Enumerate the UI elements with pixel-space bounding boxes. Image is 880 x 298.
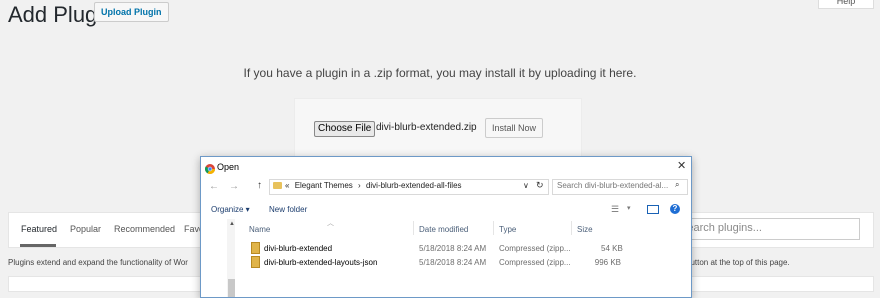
column-separator[interactable]: [571, 221, 572, 235]
file-name[interactable]: divi-blurb-extended-layouts-json: [264, 258, 377, 267]
plugins-description: Plugins extend and expand the functional…: [8, 258, 188, 267]
column-date-modified[interactable]: Date modified: [419, 225, 468, 234]
dialog-title: Open: [217, 162, 240, 172]
plugins-description-end: button at the top of this page.: [686, 258, 790, 267]
column-type[interactable]: Type: [499, 225, 516, 234]
sort-indicator-icon: ︿: [327, 220, 334, 227]
folder-search-placeholder: Search divi-blurb-extended-al...: [557, 181, 669, 190]
filter-popular[interactable]: Popular: [70, 224, 101, 234]
column-separator[interactable]: [493, 221, 494, 235]
path-overflow[interactable]: «: [285, 181, 289, 190]
open-file-dialog: Open ✕ ← → ↑ « Elegant Themes › divi-blu…: [200, 156, 692, 298]
forward-arrow-icon[interactable]: →: [229, 181, 239, 192]
zip-file-icon: [251, 242, 260, 254]
active-filter-indicator: [20, 244, 56, 247]
filter-recommended[interactable]: Recommended: [114, 224, 175, 234]
preview-pane-icon[interactable]: [647, 205, 659, 214]
upload-plugin-button[interactable]: Upload Plugin: [94, 2, 169, 22]
file-type: Compressed (zipp...: [499, 258, 571, 267]
back-arrow-icon[interactable]: ←: [209, 181, 219, 192]
view-caret-icon[interactable]: ▾: [627, 204, 631, 212]
selected-file-name: divi-blurb-extended.zip: [376, 122, 477, 133]
filter-featured[interactable]: Featured: [21, 224, 57, 234]
address-path: « Elegant Themes › divi-blurb-extended-a…: [285, 181, 462, 190]
scroll-up-icon[interactable]: ▲: [229, 221, 235, 227]
column-size[interactable]: Size: [577, 225, 593, 234]
help-tab[interactable]: Help: [818, 0, 874, 9]
folder-icon: [273, 182, 282, 189]
up-arrow-icon[interactable]: ↑: [257, 180, 262, 191]
column-name[interactable]: Name: [249, 225, 270, 234]
file-size: 996 KB: [594, 258, 621, 267]
breadcrumb-separator: ›: [358, 181, 361, 190]
file-type: Compressed (zipp...: [499, 244, 571, 253]
choose-file-button[interactable]: Choose File: [314, 121, 376, 137]
column-separator[interactable]: [413, 221, 414, 235]
chrome-icon: [205, 161, 215, 174]
chevron-down-icon[interactable]: ∨: [523, 181, 529, 190]
help-icon[interactable]: ?: [670, 204, 680, 214]
search-icon: ⌕: [675, 180, 680, 189]
breadcrumb-elegant-themes[interactable]: Elegant Themes: [295, 181, 353, 190]
scroll-thumb[interactable]: [228, 279, 235, 297]
view-options-icon[interactable]: ☰: [611, 204, 619, 215]
refresh-icon[interactable]: ↻: [536, 180, 544, 191]
search-plugins-placeholder: Search plugins...: [680, 222, 762, 234]
file-name[interactable]: divi-blurb-extended: [264, 244, 332, 253]
file-date: 5/18/2018 8:24 AM: [419, 244, 487, 253]
breadcrumb-current-folder[interactable]: divi-blurb-extended-all-files: [366, 181, 462, 190]
upload-description: If you have a plugin in a .zip format, y…: [243, 66, 637, 80]
close-icon[interactable]: ✕: [677, 159, 686, 172]
organize-menu[interactable]: Organize ▾: [211, 205, 250, 214]
install-now-button[interactable]: Install Now: [485, 118, 544, 138]
file-size: 54 KB: [601, 244, 623, 253]
new-folder-button[interactable]: New folder: [269, 205, 307, 214]
zip-file-icon: [251, 256, 260, 268]
file-date: 5/18/2018 8:24 AM: [419, 258, 487, 267]
